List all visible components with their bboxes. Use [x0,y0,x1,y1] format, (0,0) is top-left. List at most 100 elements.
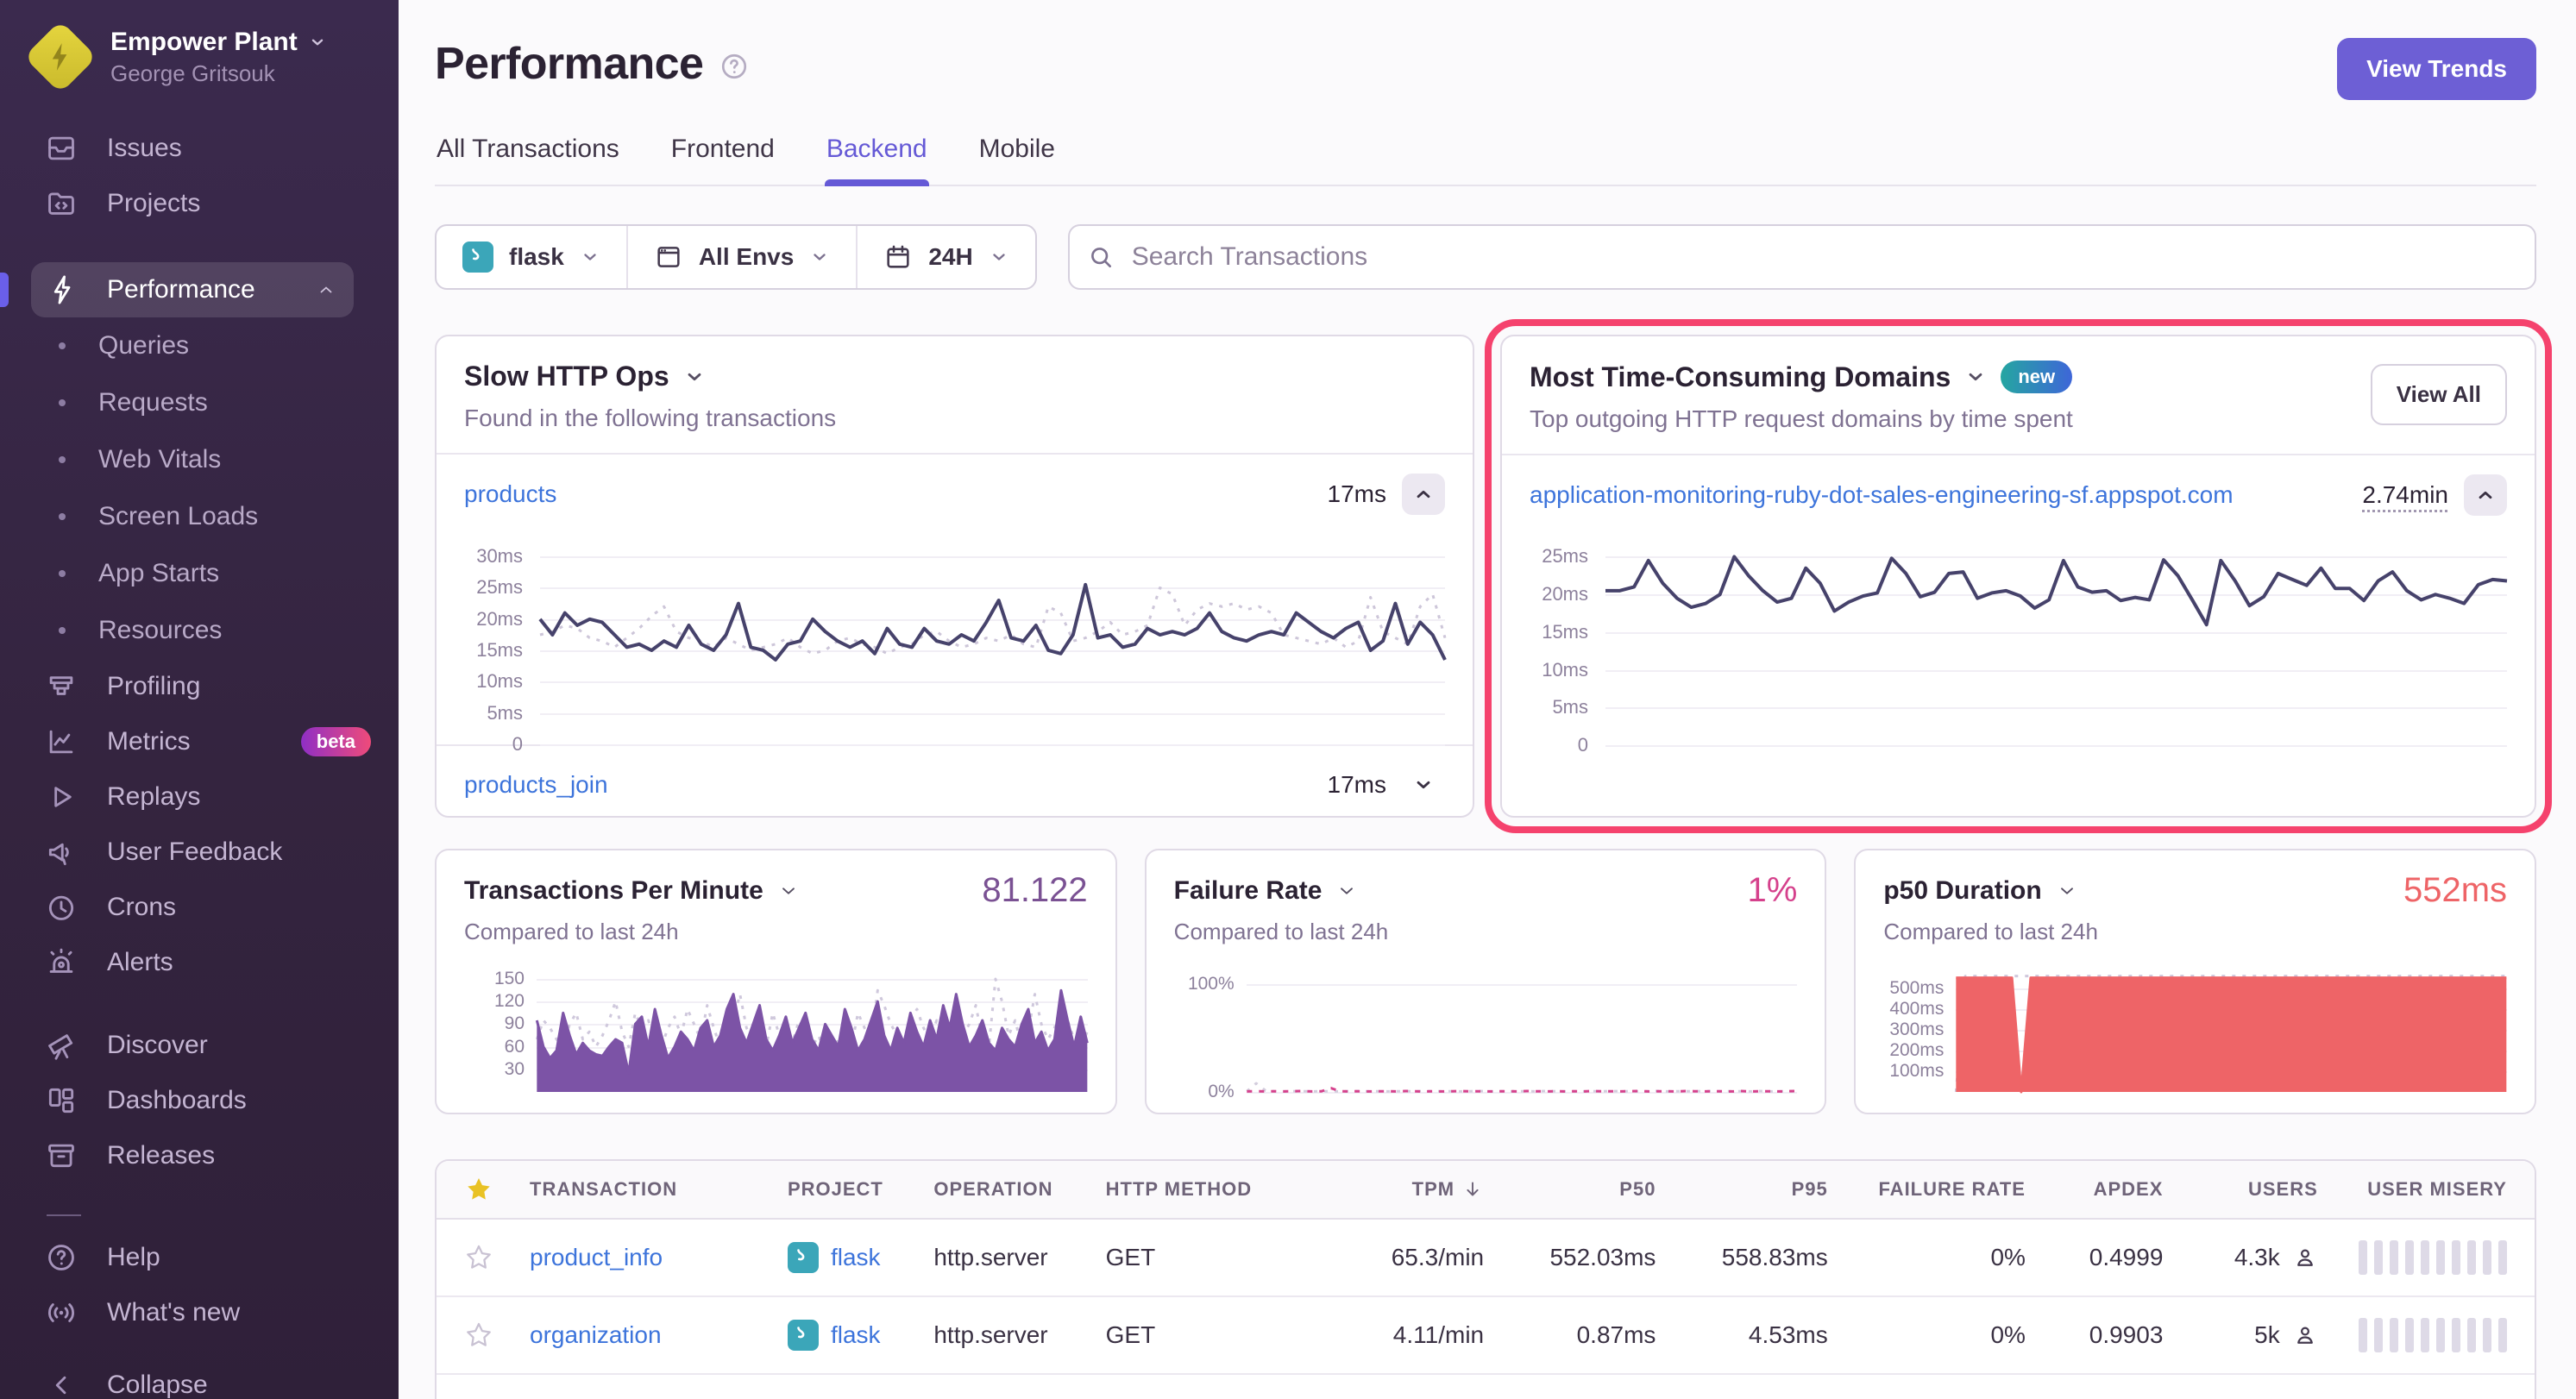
column-header-p95[interactable]: P95 [1656,1178,1827,1201]
sidebar-item-what-s-new[interactable]: What's new [0,1285,399,1340]
project-filter[interactable]: flask [437,226,626,288]
sidebar-item-replays[interactable]: Replays [0,769,399,825]
view-trends-button[interactable]: View Trends [2337,38,2536,100]
chevron-down-icon [989,247,1009,267]
sidebar-item-releases[interactable]: Releases [0,1128,399,1183]
duration-value: 17ms [1307,771,1386,799]
sidebar-item-projects[interactable]: Projects [0,176,399,231]
search-input[interactable] [1068,224,2536,290]
cell-p50: 552.03ms [1484,1244,1656,1271]
view-all-button[interactable]: View All [2371,364,2507,425]
active-indicator [0,273,9,307]
projects-icon [45,187,78,220]
lightning-bolt-icon [28,24,93,90]
collapse-row-button[interactable] [2464,474,2507,516]
sidebar-item-label: Alerts [107,948,173,977]
table-row: organizationflaskhttp.serverGET4.11/min0… [437,1297,2535,1375]
search-icon [1087,243,1115,271]
sidebar-collapse-button[interactable]: Collapse [0,1358,399,1399]
help-circle-icon[interactable] [719,51,750,82]
transaction-link[interactable]: products_join [464,771,608,799]
project-link[interactable]: flask [831,1244,881,1271]
tab-mobile[interactable]: Mobile [977,135,1057,185]
sidebar-item-screen-loads[interactable]: Screen Loads [0,488,399,545]
chevron-down-icon[interactable] [2056,880,2078,902]
project-link[interactable]: flask [831,1321,881,1349]
y-axis-tick: 0 [512,733,523,756]
transaction-link[interactable]: product_info [530,1244,663,1271]
column-header-project[interactable]: PROJECT [788,1178,933,1201]
chevron-down-icon [308,33,327,52]
tab-frontend[interactable]: Frontend [669,135,776,185]
sidebar-item-web-vitals[interactable]: Web Vitals [0,431,399,488]
column-header-http_method[interactable]: HTTP METHOD [1106,1178,1304,1201]
sidebar-item-metrics[interactable]: Metricsbeta [0,714,399,769]
column-header-tpm[interactable]: TPM [1304,1178,1484,1201]
alerts-icon [45,946,78,979]
tab-bar: All Transactions Frontend Backend Mobile [435,135,2536,186]
chevron-left-icon [45,1369,78,1399]
sidebar-item-alerts[interactable]: Alerts [0,935,399,990]
sidebar-item-resources[interactable]: Resources [0,602,399,659]
user-misery-bars [2359,1318,2507,1352]
cell-p95: 558.83ms [1656,1244,1827,1271]
y-axis-tick: 400ms [1889,999,1944,1019]
expand-row-button[interactable] [1402,764,1445,806]
list-item: products_join 17ms [437,744,1473,824]
sidebar-item-crons[interactable]: Crons [0,880,399,935]
chevron-down-icon[interactable] [683,366,706,388]
column-header-user_misery[interactable]: USER MISERY [2318,1178,2507,1201]
metric-title: Transactions Per Minute [464,876,763,906]
star-outline-icon[interactable] [464,1243,493,1272]
tab-all-transactions[interactable]: All Transactions [435,135,621,185]
y-axis-labels: 100%0% [1174,968,1247,1092]
sidebar-item-help[interactable]: Help [0,1230,399,1285]
column-header-operation[interactable]: OPERATION [933,1178,1105,1201]
sidebar-item-label: Releases [107,1141,215,1170]
bullet-dot [59,456,66,463]
transaction-link[interactable]: products [464,480,556,508]
sidebar-item-label: Replays [107,782,200,812]
chevron-down-icon[interactable] [777,880,800,902]
sidebar-item-requests[interactable]: Requests [0,374,399,431]
sidebar-item-discover[interactable]: Discover [0,1018,399,1073]
tab-backend[interactable]: Backend [825,135,929,185]
sidebar-item-user-feedback[interactable]: User Feedback [0,825,399,880]
column-header-failure_rate[interactable]: FAILURE RATE [1828,1178,2026,1201]
collapse-row-button[interactable] [1402,474,1445,515]
sidebar-item-profiling[interactable]: Profiling [0,659,399,714]
cell-transaction: organization [530,1321,788,1349]
org-switcher[interactable]: Empower Plant George Gritsouk [0,0,399,100]
column-header-p50[interactable]: P50 [1484,1178,1656,1201]
flask-project-icon [462,242,493,273]
sidebar-item-app-starts[interactable]: App Starts [0,545,399,602]
releases-icon [45,1139,78,1172]
column-header-apdex[interactable]: APDEX [2026,1178,2163,1201]
environment-filter[interactable]: All Envs [626,226,856,288]
y-axis-labels: 150120906030 [464,968,537,1092]
chevron-down-icon [1412,774,1435,796]
sidebar-item-dashboards[interactable]: Dashboards [0,1073,399,1128]
y-axis-tick: 90 [505,1013,525,1034]
domain-link[interactable]: application-monitoring-ruby-dot-sales-en… [1530,481,2234,509]
chevron-down-icon[interactable] [1964,366,1987,388]
sidebar-item-label: Issues [107,134,182,163]
sidebar-item-issues[interactable]: Issues [0,121,399,176]
sidebar-item-label: Dashboards [107,1086,247,1115]
star-outline-icon[interactable] [464,1321,493,1350]
star-filled-icon[interactable] [464,1175,493,1204]
chevron-down-icon[interactable] [1335,880,1358,902]
metric-subtitle: Compared to last 24h [464,919,1088,945]
flask-project-icon [788,1320,819,1351]
column-header-transaction[interactable]: TRANSACTION [530,1178,788,1201]
failure-rate-card: Failure Rate1%Compared to last 24h100%0% [1145,849,1827,1114]
sidebar-item-queries[interactable]: Queries [0,317,399,374]
y-axis-tick: 30ms [476,545,523,568]
sidebar-item-performance[interactable]: Performance [31,262,354,317]
transaction-link[interactable]: organization [530,1321,662,1349]
metrics-icon [45,725,78,758]
whatsnew-icon [45,1296,78,1329]
date-range-filter[interactable]: 24H [856,226,1034,288]
column-header-users[interactable]: USERS [2163,1178,2317,1201]
chart-plot-area [540,541,1445,744]
